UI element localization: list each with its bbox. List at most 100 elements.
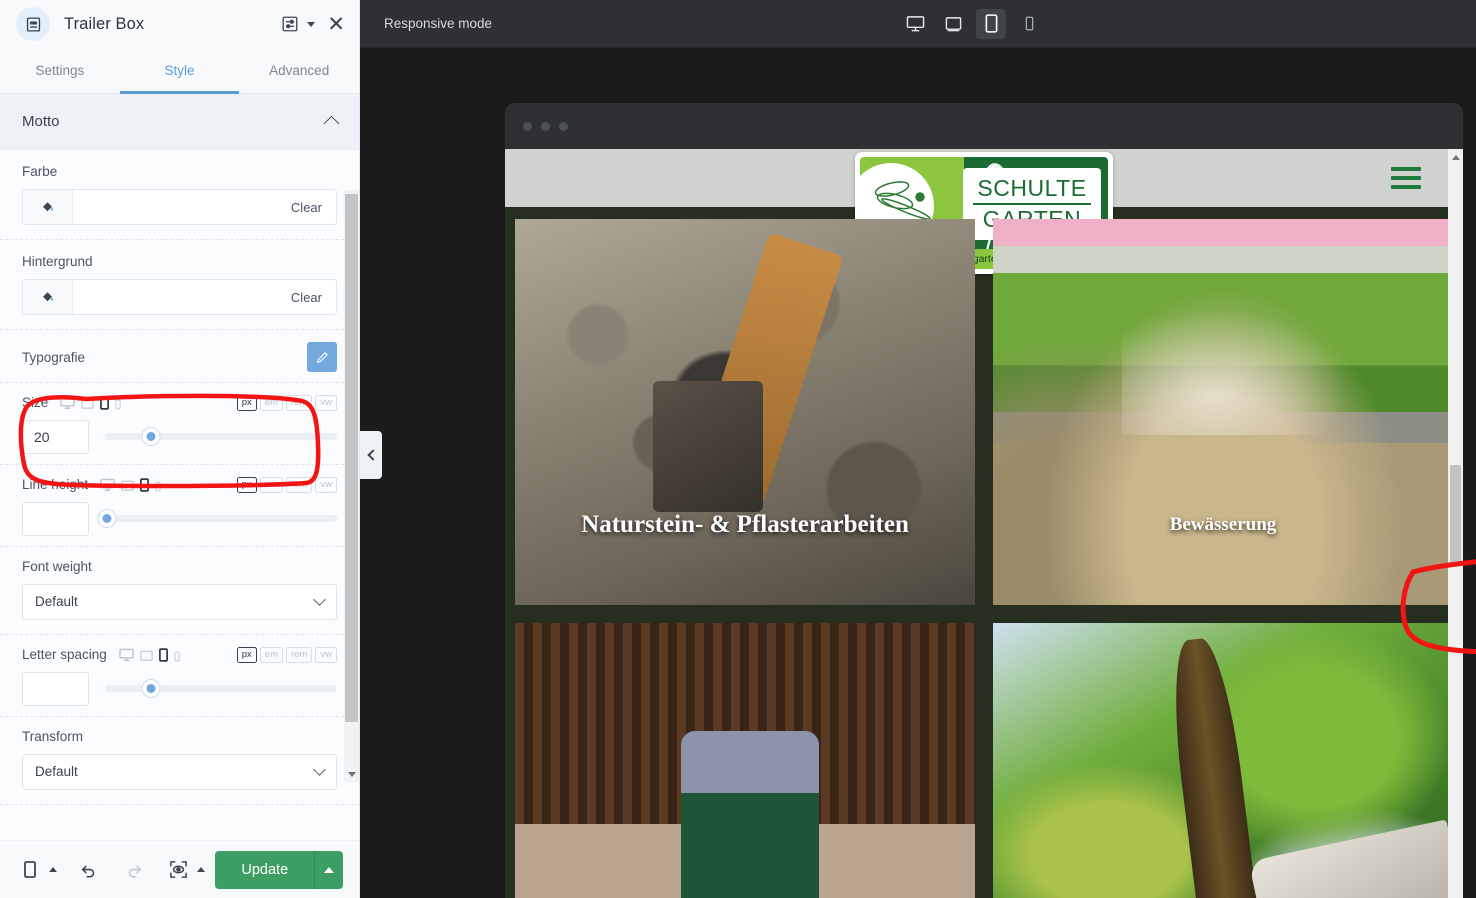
color-value-farbe[interactable] [73,190,277,224]
unit-em[interactable]: em [259,395,283,411]
style-panel: Trailer Box ✕ Settings Style Advanced Mo… [0,0,360,898]
size-input[interactable] [22,419,89,454]
unit-em[interactable]: em [259,476,283,493]
redo-icon[interactable] [120,855,149,885]
pencil-icon[interactable] [307,342,337,372]
control-font-weight: Font weight Default [0,547,359,635]
responsive-mode-bar: Responsive mode [360,0,1476,48]
tablet-icon[interactable] [140,650,153,662]
update-options-caret-icon[interactable] [314,850,343,889]
caret-up-icon[interactable] [48,867,57,872]
page-title: Trailer Box [64,14,145,33]
scroll-down-arrow-icon[interactable] [1448,892,1463,898]
slider-thumb[interactable] [142,428,160,446]
service-card[interactable] [515,623,975,898]
browser-chrome-bar [505,103,1463,149]
browser-dot [541,121,550,131]
service-card-caption: Bewässerung [1169,514,1277,536]
panel-footer: Update [0,840,359,898]
unit-vw[interactable]: vw [315,476,337,493]
preview-scrollbar-thumb[interactable] [1450,465,1461,565]
mobile-small-icon[interactable] [174,651,180,662]
service-card-caption [515,849,975,898]
preview-scrollbar[interactable] [1448,149,1463,898]
line-height-slider[interactable] [98,510,337,528]
color-value-hintergrund[interactable] [73,280,277,314]
desktop-icon[interactable] [100,478,115,492]
tab-style[interactable]: Style [119,48,240,94]
unit-vw[interactable]: vw [315,646,337,663]
tablet-icon[interactable] [81,398,95,410]
desktop-icon[interactable] [900,9,930,39]
label-typografie: Typografie [22,349,86,365]
transform-select[interactable]: Default [22,753,337,790]
panel-collapse-handle[interactable] [360,431,382,479]
close-icon[interactable]: ✕ [327,14,345,35]
color-input-hintergrund[interactable]: Clear [22,279,337,315]
unit-vw[interactable]: vw [315,395,337,411]
update-button-label: Update [241,861,289,878]
mobile-small-icon[interactable] [1014,9,1044,39]
unit-em[interactable]: em [259,646,283,663]
undo-icon[interactable] [75,855,104,885]
size-slider[interactable] [105,428,337,446]
mobile-icon[interactable] [158,648,168,662]
panel-scrollbar[interactable] [344,190,359,782]
service-card[interactable]: Naturstein- & Pflasterarbeiten [515,219,975,605]
hamburger-menu-icon[interactable] [1391,167,1421,189]
control-label-line-height: Line height [22,477,89,493]
unit-px[interactable]: px [236,646,257,663]
mobile-icon[interactable] [976,8,1007,39]
tab-settings[interactable]: Settings [0,48,120,93]
panel-scrollbar-thumb[interactable] [345,194,358,722]
caret-up-icon[interactable] [197,867,206,872]
clear-button-hintergrund[interactable]: Clear [276,280,336,314]
unit-px[interactable]: px [236,395,257,411]
widget-box-icon [16,7,50,41]
desktop-icon[interactable] [119,648,134,662]
desktop-icon[interactable] [60,396,75,410]
paint-bucket-icon[interactable] [23,190,73,224]
paint-bucket-icon[interactable] [23,280,73,314]
chevron-up-icon[interactable] [323,115,340,132]
unit-rem[interactable]: rem [286,646,313,663]
font-weight-value: Default [35,594,78,610]
mobile-icon[interactable] [100,396,110,410]
transform-value: Default [35,764,78,780]
clear-button-farbe[interactable]: Clear [276,190,336,224]
control-size: Size px em rem vw 20 [0,383,359,465]
color-input-farbe[interactable]: Clear [22,189,337,225]
mobile-small-icon[interactable] [155,481,161,492]
tablet-icon[interactable] [938,9,968,39]
scroll-down-arrow-icon[interactable] [344,767,359,782]
service-card[interactable] [993,623,1453,898]
row-typografie: Typografie [0,330,359,383]
letter-spacing-input[interactable] [22,671,89,706]
slider-thumb[interactable] [98,510,116,528]
preview-eye-icon[interactable] [165,855,194,885]
control-letter-spacing: Letter spacing px em rem vw [0,635,359,717]
mobile-icon[interactable] [16,855,45,885]
line-height-input[interactable] [22,501,89,536]
slider-thumb[interactable] [142,680,160,698]
section-header-motto[interactable]: Motto [0,94,359,150]
service-card[interactable]: Bewässerung [993,219,1453,605]
responsive-mode-label: Responsive mode [384,16,493,31]
update-button[interactable]: Update [215,850,344,889]
slider-track [105,433,337,441]
scroll-up-arrow-icon[interactable] [1448,149,1463,165]
unit-rem[interactable]: rem [286,476,313,493]
tablet-icon[interactable] [121,480,134,492]
device-switch-letter-spacing [119,648,180,662]
unit-px[interactable]: px [236,476,257,493]
font-weight-select[interactable]: Default [22,583,337,620]
letter-spacing-slider[interactable] [105,680,337,698]
chevron-left-icon [366,449,379,461]
tab-advanced[interactable]: Advanced [239,48,359,93]
mobile-icon[interactable] [140,478,150,492]
caret-down-icon[interactable] [307,21,316,27]
sliders-box-icon[interactable] [278,12,302,36]
device-preview-frame: SCHULTE GARTEN gartengestaltung-schulte.… [505,103,1463,898]
unit-rem[interactable]: rem [286,395,313,411]
mobile-small-icon[interactable] [115,399,122,410]
